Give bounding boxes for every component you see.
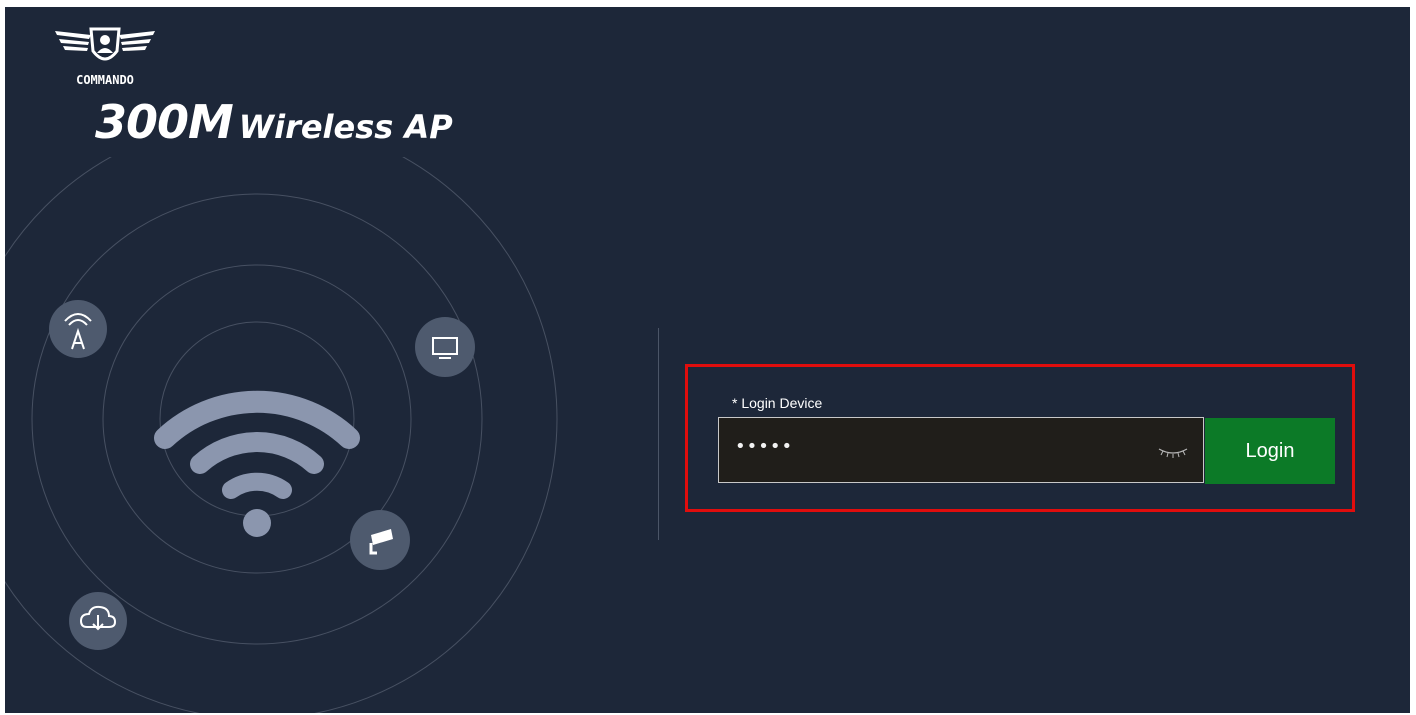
product-title: 300M Wireless AP (95, 95, 453, 149)
security-camera-icon (350, 510, 410, 570)
commando-logo: COMMANDO (53, 23, 159, 89)
antenna-tower-icon (49, 300, 107, 358)
divider (658, 328, 659, 540)
login-form-highlight: * Login Device ••••• Login (685, 364, 1355, 512)
logo-text: COMMANDO (76, 73, 134, 87)
password-input[interactable]: ••••• (718, 417, 1204, 483)
network-illustration (5, 157, 558, 713)
wifi-icon (154, 390, 360, 537)
monitor-icon (415, 317, 475, 377)
password-value: ••••• (735, 436, 794, 457)
login-page: COMMANDO 300M Wireless AP * Login Device… (5, 7, 1410, 713)
eye-closed-icon[interactable] (1157, 444, 1189, 463)
login-device-label: * Login Device (732, 395, 823, 411)
cloud-download-icon (69, 592, 127, 650)
login-button[interactable]: Login (1205, 418, 1335, 484)
product-title-main: 300M (95, 95, 234, 149)
product-title-sub: Wireless AP (238, 108, 453, 146)
